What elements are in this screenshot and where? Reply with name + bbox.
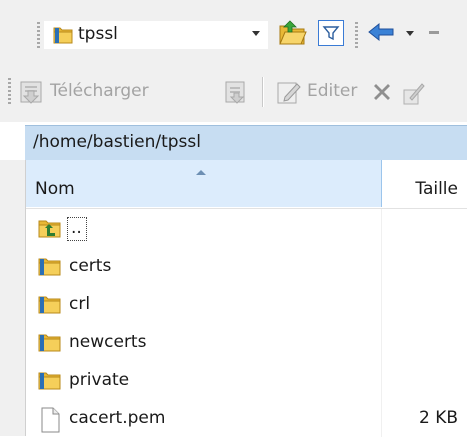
download-options-icon[interactable] [222, 78, 250, 106]
file-list: .. certs crl newcerts private cacert.pem… [26, 209, 467, 437]
folder-icon [38, 372, 61, 390]
open-folder-icon[interactable] [277, 18, 307, 48]
list-item[interactable]: cacert.pem 2 KB [26, 399, 467, 437]
toolbar-grip[interactable] [37, 22, 40, 50]
file-name: private [69, 370, 130, 390]
folder-combo[interactable]: tpssl [44, 21, 268, 49]
name-cell: certs [26, 247, 382, 285]
column-header-size-label: Taille [415, 179, 458, 199]
name-cell: crl [26, 285, 382, 323]
filter-button[interactable] [318, 20, 344, 46]
back-arrow-icon[interactable] [366, 20, 396, 44]
download-button-label[interactable]: Télécharger [50, 81, 149, 101]
current-path: /home/bastien/tpssl [33, 132, 201, 152]
delete-icon[interactable] [370, 80, 394, 104]
properties-icon[interactable] [400, 78, 428, 106]
filter-icon [322, 26, 340, 41]
toolbar-separator [262, 77, 263, 107]
list-item[interactable]: private [26, 361, 467, 399]
list-item[interactable]: newcerts [26, 323, 467, 361]
folder-icon [38, 296, 61, 314]
file-name: crl [69, 294, 91, 314]
list-item[interactable]: certs [26, 247, 467, 285]
folder-icon [38, 258, 61, 276]
file-list-header: Nom Taille [26, 160, 467, 209]
name-cell: newcerts [26, 323, 382, 361]
file-name: cacert.pem [69, 408, 166, 428]
file-icon [41, 407, 60, 433]
edit-button-label[interactable]: Editer [307, 81, 357, 101]
file-name: .. [71, 218, 82, 238]
file-size: 2 KB [418, 408, 458, 428]
file-name: certs [69, 256, 112, 276]
toolbar-grip[interactable] [355, 22, 358, 50]
sort-ascending-icon [196, 170, 206, 175]
back-history-dropdown-icon[interactable] [406, 31, 414, 36]
combo-dropdown-icon[interactable] [252, 31, 260, 36]
list-item[interactable]: .. [26, 209, 467, 247]
column-header-size[interactable]: Taille [382, 160, 467, 207]
list-item[interactable]: crl [26, 285, 467, 323]
parent-folder-icon [38, 220, 61, 238]
folder-combo-value: tpssl [78, 24, 118, 44]
file-name: newcerts [69, 332, 147, 352]
path-bar-field[interactable]: /home/bastien/tpssl [25, 125, 467, 160]
actions-toolbar: Télécharger Editer [0, 62, 467, 122]
folder-icon [38, 334, 61, 352]
navigation-toolbar: tpssl [0, 0, 467, 62]
name-cell: cacert.pem [26, 399, 382, 437]
folder-icon [53, 27, 73, 44]
toolbar-grip[interactable] [8, 78, 11, 106]
column-header-name[interactable]: Nom [26, 160, 382, 207]
name-cell: private [26, 361, 382, 399]
forward-arrow-icon [429, 31, 439, 34]
left-panel-strip [0, 160, 26, 436]
column-header-name-label: Nom [35, 179, 75, 199]
edit-icon[interactable] [275, 78, 303, 106]
download-icon[interactable] [18, 78, 46, 106]
name-cell: .. [26, 209, 382, 247]
path-bar: /home/bastien/tpssl [0, 122, 467, 160]
